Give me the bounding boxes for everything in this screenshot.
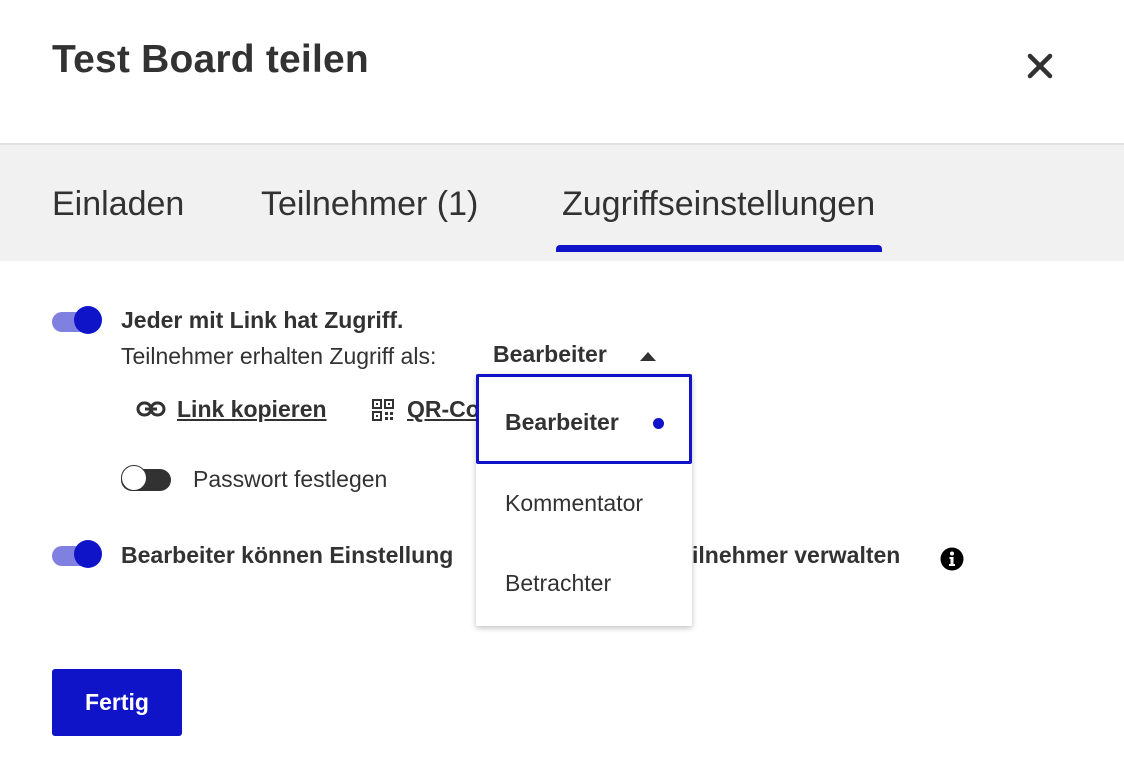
tab-einladen[interactable]: Einladen [52, 185, 184, 224]
caret-up-icon [640, 352, 656, 361]
dialog-header: Test Board teilen [0, 0, 1124, 145]
role-option-bearbeiter[interactable]: Bearbeiter [476, 374, 692, 464]
info-button[interactable] [940, 547, 964, 571]
toggle-knob [74, 306, 102, 334]
qr-code-label: QR-Co [407, 396, 476, 422]
password-toggle[interactable] [121, 463, 173, 491]
close-button[interactable] [1022, 48, 1058, 84]
role-prompt: Teilnehmer erhalten Zugriff als: [121, 343, 437, 369]
active-tab-indicator [556, 245, 882, 252]
editors-manage-label-left: Bearbeiter können Einstellung [121, 542, 454, 568]
editors-manage-toggle[interactable] [52, 539, 104, 568]
close-icon [1027, 53, 1053, 79]
tab-teilnehmer[interactable]: Teilnehmer (1) [261, 185, 478, 224]
role-option-betrachter[interactable]: Betrachter [476, 549, 692, 629]
role-select-value: Bearbeiter [493, 341, 607, 367]
copy-link-label: Link kopieren [177, 396, 327, 422]
toggle-knob [121, 465, 147, 491]
link-icon [136, 401, 166, 417]
selected-dot-icon [653, 418, 664, 429]
role-option-kommentator[interactable]: Kommentator [476, 469, 692, 549]
password-label: Passwort festlegen [193, 466, 388, 492]
toggle-knob [74, 540, 102, 568]
role-select[interactable]: Bearbeiter [493, 341, 656, 371]
role-option-label: Bearbeiter [505, 409, 619, 435]
tab-bar: Einladen Teilnehmer (1) Zugriffseinstell… [0, 145, 1124, 261]
role-option-label: Kommentator [505, 490, 644, 516]
qr-code-button[interactable]: QR-Co [372, 396, 476, 426]
editors-manage-label-right: ilnehmer verwalten [692, 542, 901, 568]
tab-zugriffseinstellungen[interactable]: Zugriffseinstellungen [562, 185, 875, 224]
link-access-label: Jeder mit Link hat Zugriff. [121, 307, 404, 333]
qr-code-icon [372, 399, 394, 421]
dialog-title: Test Board teilen [52, 38, 369, 81]
done-button[interactable]: Fertig [52, 669, 182, 736]
link-access-toggle[interactable] [52, 305, 104, 334]
role-dropdown-menu: Bearbeiter Kommentator Betrachter [476, 374, 692, 626]
role-option-label: Betrachter [505, 570, 612, 596]
info-icon [940, 547, 964, 571]
